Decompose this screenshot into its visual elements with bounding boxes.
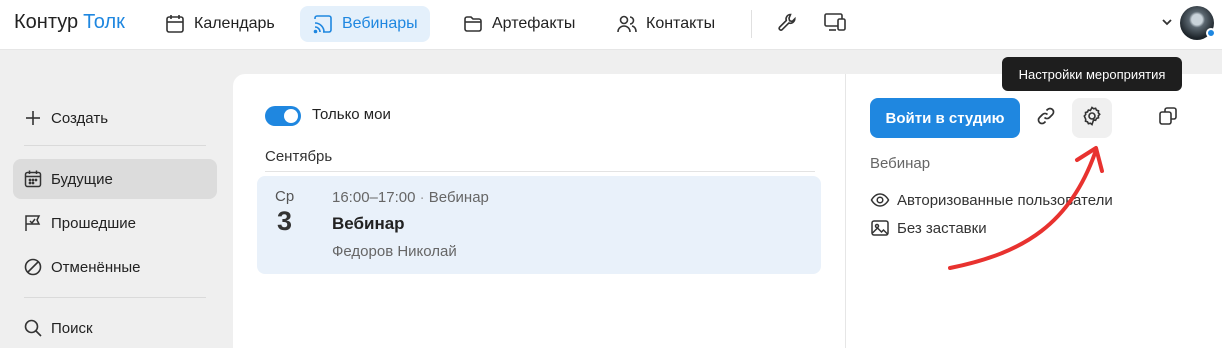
contacts-icon bbox=[616, 13, 638, 35]
search-icon bbox=[23, 318, 43, 338]
event-day: 3 bbox=[277, 206, 293, 236]
event-separator: · bbox=[419, 189, 425, 206]
devices-button[interactable] bbox=[819, 8, 851, 40]
settings-tooltip: Настройки мероприятия bbox=[1002, 57, 1182, 91]
sidebar-item-label: Будущие bbox=[51, 170, 113, 188]
sidebar-item-label: Отменённые bbox=[51, 258, 141, 276]
duplicate-button[interactable] bbox=[1148, 98, 1188, 138]
event-type: Вебинар bbox=[428, 189, 489, 206]
gear-icon bbox=[1081, 105, 1103, 132]
cast-icon bbox=[312, 13, 334, 35]
devices-icon bbox=[823, 11, 847, 38]
wrench-icon bbox=[776, 11, 798, 38]
calendar-icon bbox=[164, 13, 186, 35]
copy-icon bbox=[1157, 105, 1179, 132]
create-button[interactable]: Создать bbox=[13, 98, 217, 138]
eye-icon bbox=[870, 190, 890, 210]
nav-contacts[interactable]: Контакты bbox=[604, 6, 727, 42]
flag-icon bbox=[23, 213, 43, 233]
app-logo[interactable]: Контур Толк bbox=[14, 11, 125, 34]
event-weekday: Ср bbox=[275, 188, 295, 205]
nav-calendar[interactable]: Календарь bbox=[152, 6, 287, 42]
sidebar-item-cancelled[interactable]: Отменённые bbox=[13, 247, 217, 287]
calendar-grid-icon bbox=[23, 169, 43, 189]
join-studio-button[interactable]: Войти в студию bbox=[870, 98, 1020, 138]
plus-icon bbox=[23, 108, 43, 128]
logo-text-main: Контур bbox=[14, 11, 79, 33]
event-time: 16:00–17:00 bbox=[332, 189, 416, 206]
nav-artifacts[interactable]: Артефакты bbox=[450, 6, 587, 42]
event-meta: 16:00–17:00 · Вебинар bbox=[332, 189, 489, 206]
create-label: Создать bbox=[51, 109, 109, 127]
cancel-icon bbox=[23, 257, 43, 277]
logo-text-accent: Толк bbox=[83, 11, 125, 33]
month-divider bbox=[265, 171, 815, 172]
nav-webinars-label: Вебинары bbox=[342, 15, 418, 32]
toggle-knob bbox=[284, 109, 298, 123]
sidebar-item-past[interactable]: Прошедшие bbox=[13, 203, 217, 243]
event-title: Вебинар bbox=[332, 214, 405, 233]
folder-icon bbox=[462, 13, 484, 35]
panel-divider bbox=[845, 74, 846, 348]
nav-contacts-label: Контакты bbox=[646, 15, 716, 32]
nav-artifacts-label: Артефакты bbox=[492, 15, 576, 32]
sidebar-item-label: Прошедшие bbox=[51, 214, 137, 232]
sidebar-divider bbox=[24, 145, 206, 146]
only-mine-toggle[interactable] bbox=[265, 106, 301, 126]
only-mine-label: Только мои bbox=[312, 106, 391, 123]
link-icon bbox=[1035, 105, 1057, 132]
sidebar-item-upcoming[interactable]: Будущие bbox=[13, 159, 217, 199]
event-settings-button[interactable] bbox=[1072, 98, 1112, 138]
search-label: Поиск bbox=[51, 319, 93, 337]
nav-calendar-label: Календарь bbox=[194, 15, 275, 32]
event-host: Федоров Николай bbox=[332, 243, 457, 260]
event-kind: Вебинар bbox=[870, 155, 931, 172]
month-header: Сентябрь bbox=[265, 148, 333, 165]
sidebar-divider bbox=[24, 297, 206, 298]
nav-webinars[interactable]: Вебинары bbox=[300, 6, 430, 42]
status-dot bbox=[1206, 28, 1216, 38]
copy-link-button[interactable] bbox=[1026, 98, 1066, 138]
tools-button[interactable] bbox=[771, 8, 803, 40]
image-icon bbox=[870, 218, 890, 238]
annotation-arrow bbox=[948, 146, 1104, 270]
chevron-down-icon[interactable] bbox=[1160, 15, 1174, 29]
search-button[interactable]: Поиск bbox=[13, 308, 217, 348]
nav-divider bbox=[751, 10, 752, 38]
